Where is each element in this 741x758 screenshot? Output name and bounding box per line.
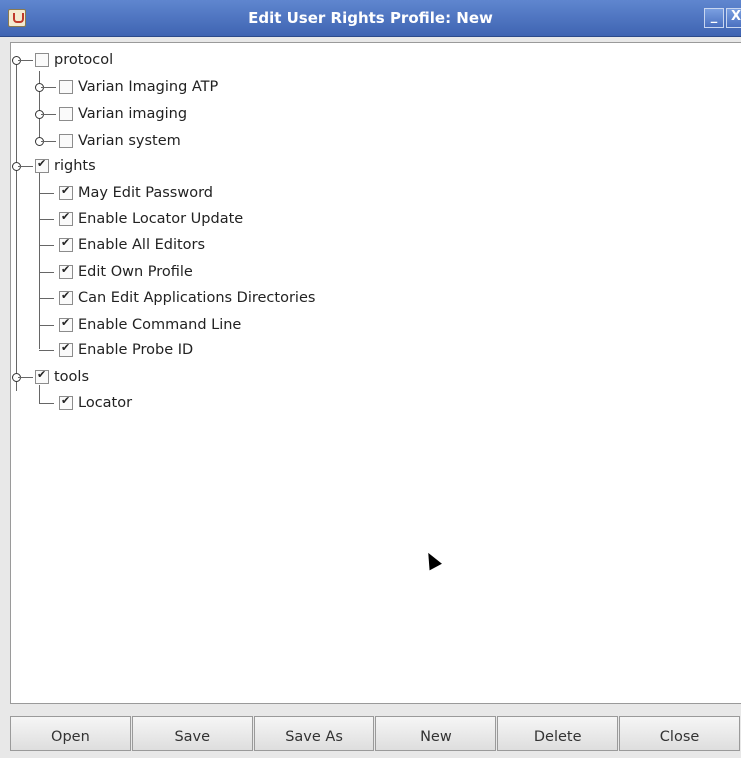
tree-node-label: Varian imaging (78, 106, 188, 122)
tree-node-label: Enable Locator Update (78, 211, 244, 227)
checkbox-enable-locator-update[interactable] (59, 210, 73, 226)
tree-branch (41, 141, 56, 142)
tree-node-tools[interactable]: tools (35, 367, 89, 387)
checkbox-edit-own-profile[interactable] (59, 263, 73, 279)
checkbox-enable-all-editors[interactable] (59, 236, 73, 252)
tree-node-label: Can Edit Applications Directories (78, 290, 316, 306)
tree-branch (39, 350, 54, 351)
tree-branch (18, 377, 33, 378)
tree-branch (18, 166, 33, 167)
tree-branch (39, 193, 54, 194)
minimize-button[interactable]: _ (704, 8, 724, 28)
checkbox-protocol[interactable] (35, 53, 49, 67)
open-button[interactable]: Open (10, 716, 131, 751)
checkbox-may-edit-password[interactable] (59, 184, 73, 200)
tree-protocol-line (39, 71, 40, 143)
tree-node-edit-own-profile[interactable]: Edit Own Profile (59, 262, 193, 282)
tree-node-label: Locator (78, 395, 133, 411)
tree-node-protocol[interactable]: protocol (35, 50, 113, 70)
tree-node-can-edit-applications-directories[interactable]: Can Edit Applications Directories (59, 288, 315, 308)
tree-branch (39, 272, 54, 273)
tree-tools-line (39, 385, 40, 403)
tree-branch (39, 325, 54, 326)
tree-node-label: Enable All Editors (78, 237, 206, 253)
tree-node-enable-command-line[interactable]: Enable Command Line (59, 315, 241, 335)
tree-branch (41, 87, 56, 88)
tree-rights-line (39, 173, 40, 349)
checkbox-rights[interactable] (35, 157, 49, 173)
tree-node-label: Edit Own Profile (78, 264, 193, 280)
title-bar[interactable]: Edit User Rights Profile: New _ X (0, 0, 741, 37)
tree-node-rights[interactable]: rights (35, 156, 96, 176)
delete-button[interactable]: Delete (497, 716, 619, 751)
tree-node-locator[interactable]: Locator (59, 393, 132, 413)
tree-branch (18, 60, 33, 61)
checkbox-enable-command-line[interactable] (59, 316, 73, 332)
tree-branch (39, 298, 54, 299)
tree-node-may-edit-password[interactable]: May Edit Password (59, 183, 213, 203)
close-button[interactable]: Close (619, 716, 740, 751)
checkbox-varian-system[interactable] (59, 134, 73, 148)
tree-branch (41, 114, 56, 115)
tree-branch (39, 219, 54, 220)
tree-node-label: Enable Command Line (78, 317, 242, 333)
tree-node-label: Varian system (78, 133, 181, 149)
tree-node-label: May Edit Password (78, 185, 214, 201)
tree-node-varian-imaging[interactable]: Varian imaging (59, 104, 187, 124)
tree-node-enable-locator-update[interactable]: Enable Locator Update (59, 209, 243, 229)
tree-node-label: Varian Imaging ATP (78, 79, 219, 95)
new-button[interactable]: New (375, 716, 497, 751)
checkbox-enable-probe-id[interactable] (59, 341, 73, 357)
tree-root-line (16, 65, 17, 391)
save-button[interactable]: Save (131, 716, 253, 751)
tree-node-label: tools (54, 369, 90, 385)
window-title: Edit User Rights Profile: New (248, 9, 493, 27)
checkbox-tools[interactable] (35, 368, 49, 384)
tree-node-label: rights (54, 158, 96, 174)
close-window-button[interactable]: X (726, 8, 741, 28)
rights-tree[interactable]: protocol Varian Imaging ATP Varian imagi… (10, 42, 741, 704)
checkbox-varian-imaging-atp[interactable] (59, 80, 73, 94)
tree-node-varian-imaging-atp[interactable]: Varian Imaging ATP (59, 77, 218, 97)
checkbox-varian-imaging[interactable] (59, 107, 73, 121)
checkbox-can-edit-applications-directories[interactable] (59, 289, 73, 305)
save-as-button[interactable]: Save As (253, 716, 375, 751)
tree-node-label: protocol (54, 52, 114, 68)
tree-node-enable-all-editors[interactable]: Enable All Editors (59, 235, 205, 255)
tree-branch (39, 403, 54, 404)
tree-node-enable-probe-id[interactable]: Enable Probe ID (59, 340, 193, 360)
tree-node-varian-system[interactable]: Varian system (59, 131, 181, 151)
checkbox-locator[interactable] (59, 394, 73, 410)
button-bar: Open Save Save As New Delete Close (10, 716, 741, 751)
tree-branch (39, 245, 54, 246)
tree-node-label: Enable Probe ID (78, 342, 194, 358)
